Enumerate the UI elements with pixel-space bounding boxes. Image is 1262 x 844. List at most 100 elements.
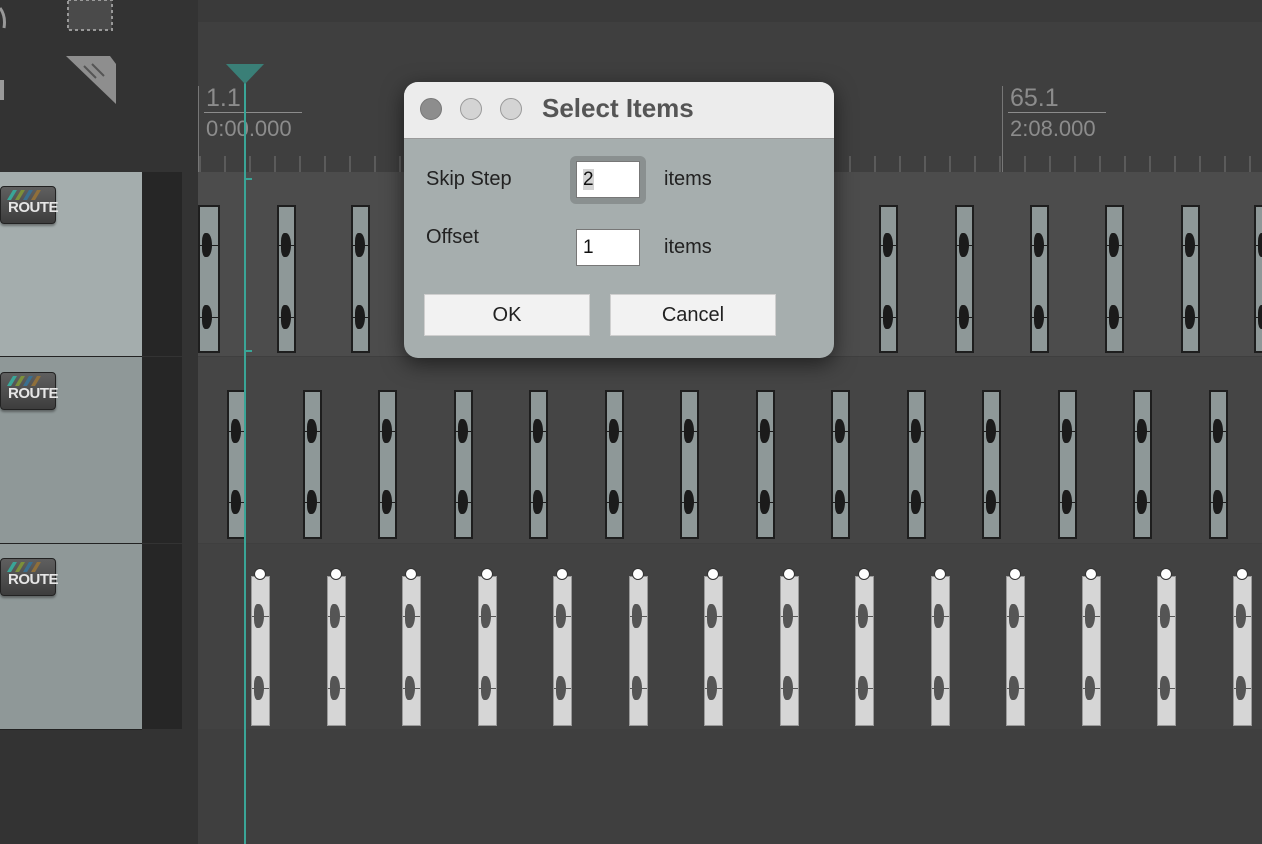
- skip-step-input[interactable]: 2: [576, 161, 640, 198]
- fade-handle-icon[interactable]: [1009, 568, 1021, 580]
- media-item-selected[interactable]: [1082, 576, 1101, 726]
- waveform-centerline: [380, 431, 395, 432]
- waveform-centerline: [607, 431, 622, 432]
- fade-handle-icon[interactable]: [405, 568, 417, 580]
- waveform-centerline: [328, 688, 345, 689]
- media-item-selected[interactable]: [251, 576, 270, 726]
- media-item[interactable]: [1209, 390, 1228, 539]
- waveform-centerline: [479, 688, 496, 689]
- waveform-centerline: [856, 616, 873, 617]
- media-item[interactable]: [1105, 205, 1124, 353]
- media-item-selected[interactable]: [780, 576, 799, 726]
- waveform-centerline: [305, 431, 320, 432]
- waveform-centerline: [607, 502, 622, 503]
- waveform-centerline: [1135, 502, 1150, 503]
- media-item[interactable]: [454, 390, 473, 539]
- cancel-button[interactable]: Cancel: [610, 294, 776, 336]
- dialog-title: Select Items: [542, 93, 694, 123]
- waveform-centerline: [1211, 502, 1226, 503]
- media-item-selected[interactable]: [1006, 576, 1025, 726]
- offset-unit: items: [664, 236, 712, 258]
- waveform-centerline: [229, 502, 244, 503]
- playhead-marker-icon[interactable]: [226, 64, 264, 86]
- media-item[interactable]: [756, 390, 775, 539]
- waveform-centerline: [279, 317, 294, 318]
- media-item[interactable]: [277, 205, 296, 353]
- select-items-dialog: Select Items Skip Step 2 items Offset 1 …: [404, 82, 834, 358]
- fade-handle-icon[interactable]: [1160, 568, 1172, 580]
- waveform-centerline: [932, 616, 949, 617]
- media-item[interactable]: [529, 390, 548, 539]
- waveform-centerline: [957, 317, 972, 318]
- media-item-selected[interactable]: [1157, 576, 1176, 726]
- media-item[interactable]: [351, 205, 370, 353]
- fade-handle-icon[interactable]: [330, 568, 342, 580]
- skip-step-value: 2: [583, 169, 594, 190]
- media-item-selected[interactable]: [855, 576, 874, 726]
- media-item-selected[interactable]: [327, 576, 346, 726]
- fade-handle-icon[interactable]: [1085, 568, 1097, 580]
- waveform-centerline: [456, 431, 471, 432]
- waveform-centerline: [279, 245, 294, 246]
- waveform-centerline: [1211, 431, 1226, 432]
- media-item[interactable]: [982, 390, 1001, 539]
- waveform-centerline: [1007, 616, 1024, 617]
- fade-handle-icon[interactable]: [254, 568, 266, 580]
- fade-handle-icon[interactable]: [707, 568, 719, 580]
- media-item[interactable]: [879, 205, 898, 353]
- offset-input[interactable]: 1: [576, 229, 640, 266]
- ok-button[interactable]: OK: [424, 294, 590, 336]
- waveform-centerline: [1158, 616, 1175, 617]
- media-item[interactable]: [1254, 205, 1262, 353]
- waveform-centerline: [1256, 317, 1262, 318]
- waveform-centerline: [682, 431, 697, 432]
- media-item[interactable]: [907, 390, 926, 539]
- waveform-centerline: [353, 317, 368, 318]
- media-item[interactable]: [198, 205, 220, 353]
- waveform-centerline: [630, 688, 647, 689]
- fade-handle-icon[interactable]: [934, 568, 946, 580]
- waveform-centerline: [1234, 688, 1251, 689]
- media-item[interactable]: [680, 390, 699, 539]
- media-item[interactable]: [378, 390, 397, 539]
- waveform-centerline: [1107, 317, 1122, 318]
- waveform-centerline: [353, 245, 368, 246]
- media-item-selected[interactable]: [931, 576, 950, 726]
- media-item-selected[interactable]: [478, 576, 497, 726]
- media-item[interactable]: [1133, 390, 1152, 539]
- media-item[interactable]: [303, 390, 322, 539]
- fade-handle-icon[interactable]: [1236, 568, 1248, 580]
- fade-handle-icon[interactable]: [632, 568, 644, 580]
- close-window-icon[interactable]: [420, 98, 442, 120]
- waveform-centerline: [1060, 502, 1075, 503]
- offset-value: 1: [583, 237, 594, 258]
- media-item[interactable]: [1030, 205, 1049, 353]
- fade-handle-icon[interactable]: [556, 568, 568, 580]
- media-item-selected[interactable]: [553, 576, 572, 726]
- dialog-titlebar[interactable]: Select Items: [404, 82, 834, 139]
- waveform-centerline: [200, 317, 218, 318]
- fade-handle-icon[interactable]: [481, 568, 493, 580]
- media-item-selected[interactable]: [704, 576, 723, 726]
- waveform-centerline: [781, 616, 798, 617]
- waveform-centerline: [984, 502, 999, 503]
- waveform-centerline: [554, 688, 571, 689]
- waveform-centerline: [1234, 616, 1251, 617]
- fade-handle-icon[interactable]: [858, 568, 870, 580]
- fade-handle-icon[interactable]: [783, 568, 795, 580]
- edit-cursor-bracket: [244, 178, 252, 352]
- waveform-centerline: [909, 431, 924, 432]
- waveform-centerline: [229, 431, 244, 432]
- media-item[interactable]: [1181, 205, 1200, 353]
- media-item[interactable]: [831, 390, 850, 539]
- waveform-centerline: [705, 616, 722, 617]
- media-item-selected[interactable]: [629, 576, 648, 726]
- media-item[interactable]: [605, 390, 624, 539]
- media-item-selected[interactable]: [1233, 576, 1252, 726]
- media-item-selected[interactable]: [402, 576, 421, 726]
- media-item[interactable]: [1058, 390, 1077, 539]
- minimize-window-icon[interactable]: [460, 98, 482, 120]
- zoom-window-icon[interactable]: [500, 98, 522, 120]
- media-item[interactable]: [955, 205, 974, 353]
- waveform-centerline: [1135, 431, 1150, 432]
